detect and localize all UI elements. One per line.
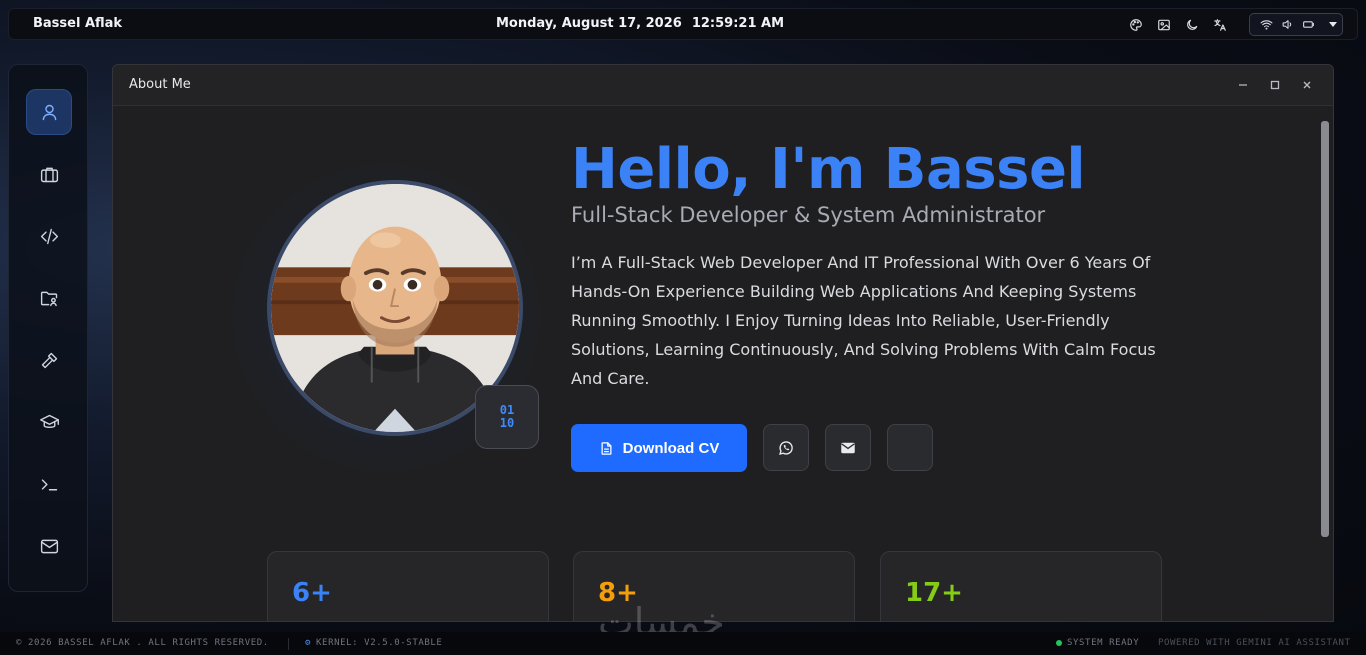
minimize-icon xyxy=(1239,84,1247,86)
clock-time: 12:59:21 AM xyxy=(691,16,785,31)
download-cv-label: Download CV xyxy=(622,439,720,457)
volume-icon xyxy=(1282,20,1292,29)
chevron-down-icon xyxy=(1329,22,1337,27)
copyright-text: © 2026 BASSEL AFLAK . ALL RIGHTS RESERVE… xyxy=(16,638,269,648)
status-dot-icon xyxy=(1056,640,1062,646)
scrollbar[interactable] xyxy=(1321,121,1329,537)
hammer-icon xyxy=(41,352,57,368)
dock-item-contact[interactable] xyxy=(26,523,72,569)
tray xyxy=(1127,15,1229,35)
email-button[interactable] xyxy=(825,424,871,471)
gear-icon: ⚙ xyxy=(305,638,312,648)
battery-icon xyxy=(1303,21,1314,28)
whatsapp-button[interactable] xyxy=(763,424,809,471)
scrollbar-thumb[interactable] xyxy=(1321,121,1329,537)
hero-greeting: Hello, I'm Bassel xyxy=(571,137,1086,202)
top-bar: Bassel Aflak Monday, August 17, 2026 12:5… xyxy=(8,8,1358,40)
stat-value: 6+ xyxy=(292,578,332,608)
moon-icon[interactable] xyxy=(1183,16,1201,34)
translate-icon[interactable] xyxy=(1211,16,1229,34)
brand-name[interactable]: Bassel Aflak xyxy=(33,16,122,31)
about-window: About Me 01 10 Hello, I'm Bassel Full-St… xyxy=(112,64,1334,622)
download-cv-button[interactable]: Download CV xyxy=(571,424,747,472)
kernel-label: KERNEL: V2.5.0-STABLE xyxy=(316,638,443,648)
window-title: About Me xyxy=(129,77,191,92)
status-divider xyxy=(288,638,289,650)
social-button-blank[interactable] xyxy=(887,424,933,471)
user-icon xyxy=(42,104,56,120)
stat-card-years: 6+ xyxy=(267,551,549,621)
system-status-label: SYSTEM READY xyxy=(1067,638,1140,648)
kernel-version: ⚙ KERNEL: V2.5.0-STABLE xyxy=(305,638,442,648)
system-status: SYSTEM READY xyxy=(1056,638,1139,648)
window-content: 01 10 Hello, I'm Bassel Full-Stack Devel… xyxy=(113,107,1319,621)
clock-date: Monday, August 17, 2026 xyxy=(496,16,682,31)
dock-item-about[interactable] xyxy=(26,89,72,135)
wifi-icon xyxy=(1260,20,1273,30)
document-icon xyxy=(601,441,612,455)
code-badge-line2: 10 xyxy=(499,416,515,430)
stat-value: 17+ xyxy=(905,578,963,608)
window-titlebar[interactable]: About Me xyxy=(113,65,1333,106)
image-icon[interactable] xyxy=(1155,16,1173,34)
palette-icon[interactable] xyxy=(1127,16,1145,34)
minimize-button[interactable] xyxy=(1235,77,1251,93)
powered-by: POWERED WITH GEMINI AI ASSISTANT xyxy=(1158,638,1351,648)
maximize-icon xyxy=(1270,80,1280,90)
dock-item-education[interactable] xyxy=(26,399,72,445)
dock-item-projects[interactable] xyxy=(26,213,72,259)
system-menu-button[interactable] xyxy=(1249,13,1343,36)
maximize-button[interactable] xyxy=(1267,77,1283,93)
clock: Monday, August 17, 2026 12:59:21 AM xyxy=(496,16,784,31)
whatsapp-icon xyxy=(778,440,793,455)
dock-item-files[interactable] xyxy=(26,275,72,321)
hero-description: I’m A Full-Stack Web Developer And IT Pr… xyxy=(571,253,1156,388)
dock xyxy=(8,64,88,592)
briefcase-icon xyxy=(40,167,58,182)
close-button[interactable] xyxy=(1299,77,1315,93)
close-icon xyxy=(1303,81,1311,89)
terminal-icon xyxy=(41,478,57,490)
dock-item-terminal[interactable] xyxy=(26,461,72,507)
hero-subtitle: Full-Stack Developer & System Administra… xyxy=(571,203,1046,227)
stat-card-clients: 17+ xyxy=(880,551,1162,621)
dock-item-experience[interactable] xyxy=(26,151,72,197)
dock-item-skills[interactable] xyxy=(26,337,72,383)
graduation-cap-icon xyxy=(39,414,59,428)
folder-user-icon xyxy=(40,291,57,306)
status-bar: © 2026 BASSEL AFLAK . ALL RIGHTS RESERVE… xyxy=(0,632,1366,655)
code-icon xyxy=(40,228,58,244)
code-badge: 01 10 xyxy=(475,385,539,449)
mail-icon xyxy=(841,442,855,453)
mail-icon xyxy=(40,539,58,553)
